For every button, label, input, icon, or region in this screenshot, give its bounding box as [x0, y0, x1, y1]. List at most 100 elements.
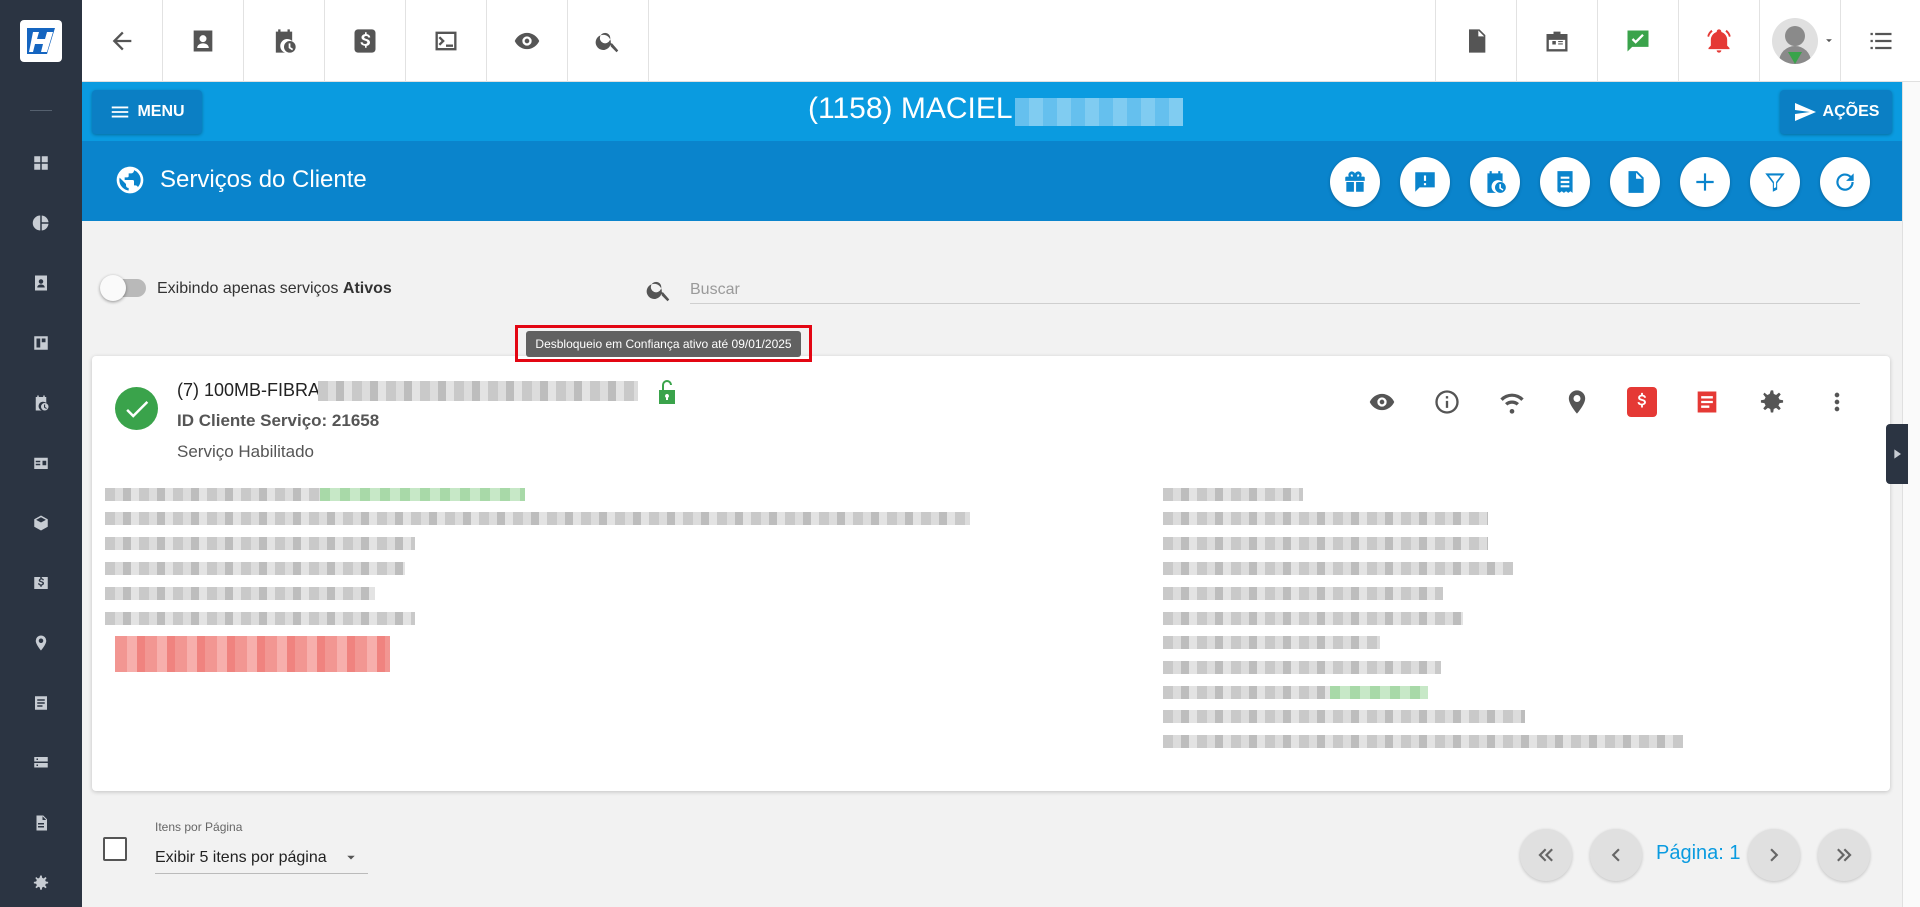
sidebar-finance-icon[interactable]: [30, 572, 52, 594]
finance-button[interactable]: [325, 0, 406, 82]
sidebar-settings-icon[interactable]: [30, 872, 52, 894]
page-title: Serviços do Cliente: [160, 166, 367, 193]
schedule-service-button[interactable]: [1470, 157, 1520, 207]
toggle-label: Exibindo apenas serviços Ativos: [157, 280, 392, 297]
redacted-client-name: [1015, 98, 1183, 126]
eye-icon: [514, 32, 540, 50]
unlock-tooltip: Desbloqueio em Confiança ativo até 09/01…: [526, 330, 801, 357]
redacted-alert: [115, 636, 390, 672]
service-info-button[interactable]: [1430, 385, 1464, 419]
select-all-checkbox[interactable]: [103, 837, 127, 861]
terminal-button[interactable]: [406, 0, 487, 82]
redacted-detail: [1163, 537, 1488, 550]
last-page-button[interactable]: [1818, 829, 1870, 881]
redacted-detail: [1163, 562, 1513, 575]
gift-icon: [1345, 171, 1365, 192]
user-menu-button[interactable]: [1759, 0, 1840, 82]
top-toolbar: [82, 0, 1920, 82]
gift-button[interactable]: [1330, 157, 1380, 207]
sidebar-divider: [30, 110, 52, 111]
sidebar-list-icon[interactable]: [30, 692, 52, 714]
document-button[interactable]: [1610, 157, 1660, 207]
refresh-button[interactable]: [1820, 157, 1870, 207]
search-button[interactable]: [568, 0, 649, 82]
per-page-select[interactable]: Exibir 5 itens por página: [155, 842, 368, 874]
id-badge-icon: [1546, 31, 1568, 52]
dollar-icon: [354, 29, 376, 53]
tasks-button[interactable]: [1597, 0, 1678, 82]
redacted-detail: [105, 587, 375, 600]
scrollbar[interactable]: [1902, 82, 1920, 907]
redacted-detail: [1163, 661, 1441, 674]
billing-button[interactable]: [1627, 387, 1657, 417]
gear-icon: [1760, 390, 1784, 413]
redacted-detail: [1163, 587, 1443, 600]
location-button[interactable]: [1560, 385, 1594, 419]
view-button[interactable]: [487, 0, 568, 82]
sidebar-map-pin-icon[interactable]: [30, 632, 52, 654]
document-icon: [1628, 171, 1644, 193]
previous-page-button[interactable]: [1590, 829, 1642, 881]
receipt-icon: [1557, 171, 1573, 193]
caret-right-icon: [1894, 449, 1901, 459]
page-indicator: Página: 1: [1656, 842, 1741, 864]
hamburger-icon: [112, 106, 129, 118]
sidebar-document-icon[interactable]: [30, 812, 52, 834]
per-page-value: Exibir 5 itens por página: [155, 848, 327, 866]
view-service-button[interactable]: [1365, 385, 1399, 419]
receipt-button[interactable]: [1540, 157, 1590, 207]
filter-button[interactable]: [1750, 157, 1800, 207]
app-logo[interactable]: [20, 20, 62, 62]
side-panel-toggle[interactable]: [1886, 424, 1908, 484]
double-chevron-left-icon: [1538, 848, 1553, 862]
toggle-knob[interactable]: [100, 275, 126, 301]
dropdown-arrow-icon: [347, 855, 355, 859]
pdf-button[interactable]: [1435, 0, 1516, 82]
info-icon: [1435, 390, 1459, 414]
schedule-button[interactable]: [244, 0, 325, 82]
alert-message-button[interactable]: [1400, 157, 1450, 207]
invoices-button[interactable]: [1692, 387, 1722, 417]
contact-card-icon: [193, 30, 213, 52]
service-settings-button[interactable]: [1755, 385, 1789, 419]
redacted-detail: [105, 612, 415, 625]
sidebar-board-icon[interactable]: [30, 332, 52, 354]
actions-label: AÇÕES: [1822, 103, 1880, 120]
add-service-button[interactable]: [1680, 157, 1730, 207]
arrow-left-icon: [112, 31, 132, 51]
sidebar-id-card-icon[interactable]: [30, 452, 52, 474]
redacted-detail: [1163, 636, 1380, 649]
more-options-button[interactable]: [1820, 385, 1854, 419]
first-page-button[interactable]: [1520, 829, 1572, 881]
badge-button[interactable]: [1516, 0, 1597, 82]
contacts-button[interactable]: [163, 0, 244, 82]
menu-button[interactable]: MENU: [92, 90, 202, 134]
list-menu-button[interactable]: [1840, 0, 1920, 82]
redacted-detail: [1163, 686, 1330, 699]
bell-alert-icon: [1707, 29, 1731, 53]
back-button[interactable]: [82, 0, 163, 82]
filter-icon: [1765, 173, 1785, 192]
unlocked-lock-icon[interactable]: [655, 378, 679, 406]
avatar: [1772, 18, 1818, 64]
sidebar-box-icon[interactable]: [30, 512, 52, 534]
sidebar-dashboard-icon[interactable]: [30, 152, 52, 174]
search-icon: [646, 281, 670, 302]
chevron-right-icon: [1770, 848, 1779, 862]
alarm-button[interactable]: [1678, 0, 1759, 82]
logo-icon: [27, 28, 55, 54]
sidebar-calendar-icon[interactable]: [30, 392, 52, 414]
redacted-detail: [1163, 735, 1683, 748]
actions-button[interactable]: AÇÕES: [1780, 90, 1892, 134]
sidebar-chart-icon[interactable]: [30, 212, 52, 234]
tooltip-highlight: Desbloqueio em Confiança ativo até 09/01…: [515, 325, 812, 362]
wifi-icon: [1500, 393, 1524, 414]
next-page-button[interactable]: [1748, 829, 1800, 881]
sidebar-server-icon[interactable]: [30, 752, 52, 774]
search-input[interactable]: [690, 276, 1860, 304]
connection-button[interactable]: [1495, 385, 1529, 419]
sidebar-contact-icon[interactable]: [30, 272, 52, 294]
redacted-detail: [1163, 488, 1303, 501]
redacted-service-detail: [318, 381, 638, 401]
pdf-icon: [1469, 29, 1486, 53]
